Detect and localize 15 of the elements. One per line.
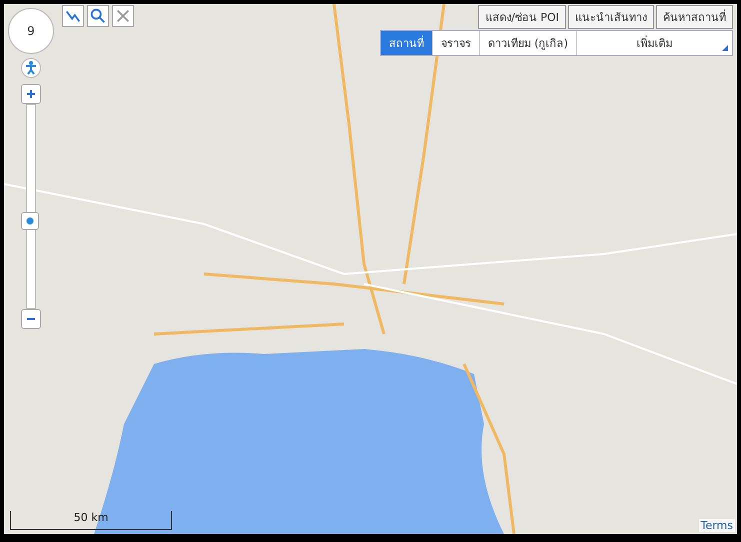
zoom-slider-thumb[interactable] — [21, 212, 39, 230]
zoom-level-label: 9 — [27, 24, 35, 38]
map-toolbar-button[interactable]: แนะนำเส้นทาง — [568, 5, 654, 29]
corner-triangle-icon — [722, 45, 728, 51]
plus-icon — [26, 89, 36, 99]
map-toolbar-button[interactable]: แสดง/ซ่อน POI — [478, 5, 566, 29]
zoom-box-icon[interactable] — [87, 5, 109, 27]
terms-link[interactable]: Terms — [698, 519, 735, 532]
scale-bar: 50 km — [10, 511, 172, 530]
layer-tab[interactable]: สถานที่ — [380, 31, 433, 55]
zoom-in-button[interactable] — [21, 84, 41, 104]
close-icon[interactable] — [112, 5, 134, 27]
map-toolbar-button[interactable]: ค้นหาสถานที่ — [656, 5, 733, 29]
person-icon[interactable] — [21, 58, 41, 78]
zoom-out-button[interactable] — [21, 309, 41, 329]
